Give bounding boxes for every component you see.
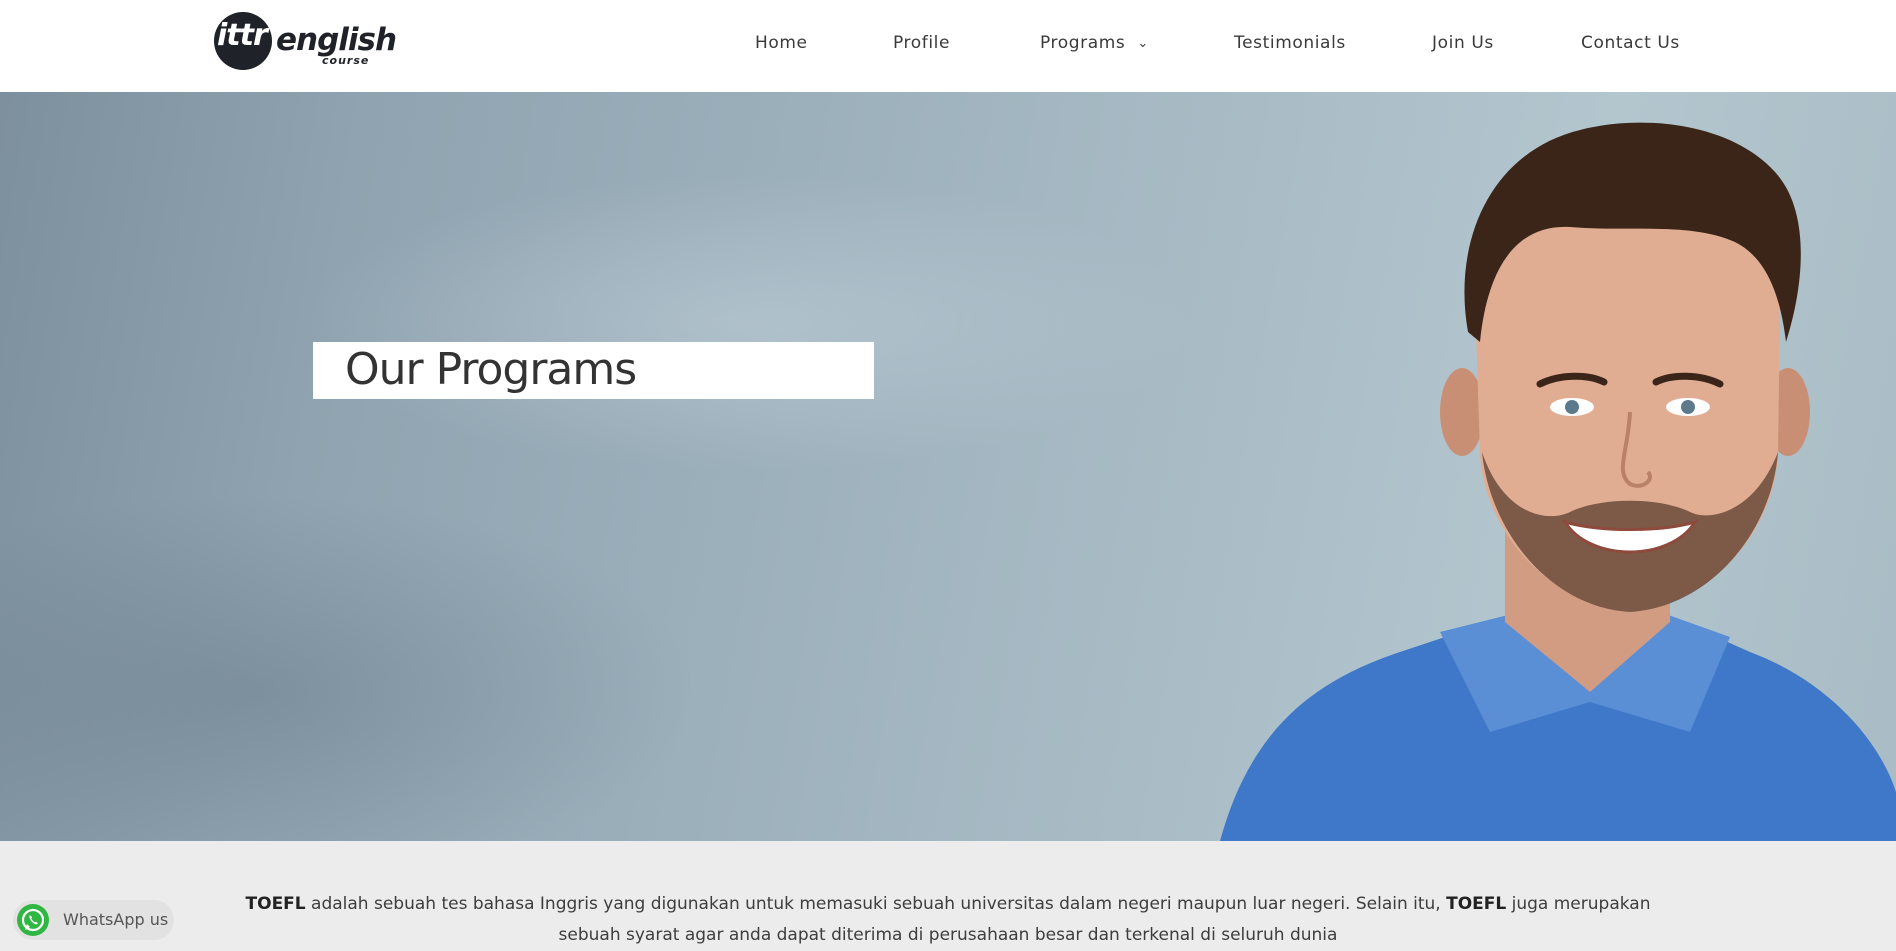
hero-light bbox=[300, 172, 1200, 472]
site-logo[interactable]: ittr english course bbox=[214, 12, 397, 72]
chevron-down-icon: ⌄ bbox=[1137, 36, 1149, 51]
nav-programs-label: Programs bbox=[1040, 33, 1126, 53]
intro-text-1: adalah sebuah tes bahasa Inggris yang di… bbox=[305, 894, 1447, 914]
logo-wordmark: english bbox=[276, 22, 397, 58]
page-title-box: Our Programs bbox=[313, 342, 874, 399]
intro-section: TOEFL adalah sebuah tes bahasa Inggris y… bbox=[0, 841, 1896, 945]
nav-profile[interactable]: Profile bbox=[893, 33, 950, 53]
page-title: Our Programs bbox=[345, 344, 637, 395]
nav-contact-us[interactable]: Contact Us bbox=[1581, 33, 1680, 53]
hero-shadow bbox=[0, 492, 700, 841]
whatsapp-icon bbox=[17, 904, 49, 936]
hero-portrait-image bbox=[1220, 122, 1896, 841]
whatsapp-button[interactable]: WhatsApp us bbox=[13, 900, 174, 940]
nav-testimonials[interactable]: Testimonials bbox=[1234, 33, 1346, 53]
logo-mark-text: ittr bbox=[217, 18, 268, 53]
logo-subtitle: course bbox=[322, 54, 370, 67]
term-toefl-2: TOEFL bbox=[1446, 894, 1507, 914]
hero-banner: Our Programs bbox=[0, 92, 1896, 841]
term-toefl: TOEFL bbox=[245, 894, 306, 914]
site-header: ittr english course Home Profile Program… bbox=[0, 0, 1896, 92]
nav-home[interactable]: Home bbox=[755, 33, 808, 53]
whatsapp-label: WhatsApp us bbox=[63, 910, 169, 929]
nav-programs[interactable]: Programs ⌄ bbox=[1040, 33, 1149, 53]
nav-join-us[interactable]: Join Us bbox=[1432, 33, 1494, 53]
